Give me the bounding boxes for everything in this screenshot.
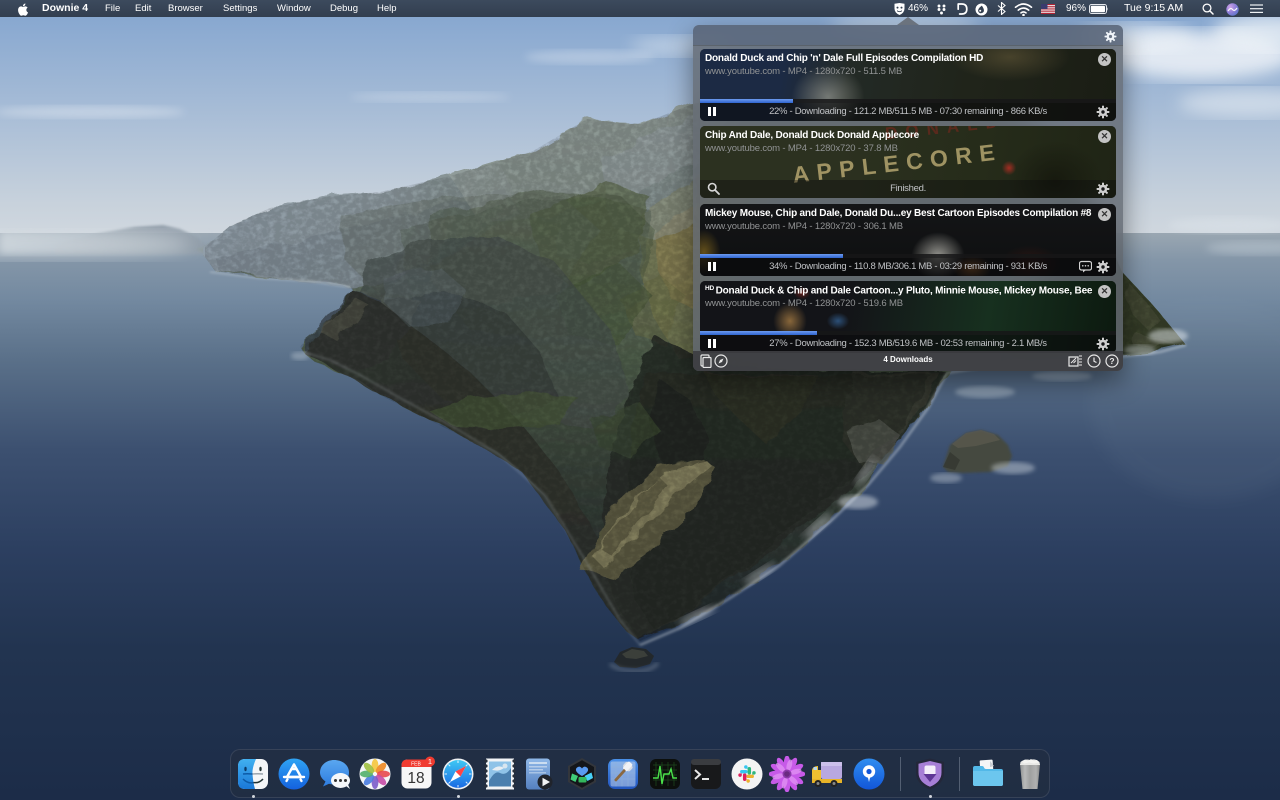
svg-text:FEB: FEB — [411, 761, 421, 767]
svg-text:1: 1 — [428, 757, 432, 766]
svg-text:?: ? — [1109, 356, 1114, 366]
svg-text:18: 18 — [407, 770, 424, 787]
